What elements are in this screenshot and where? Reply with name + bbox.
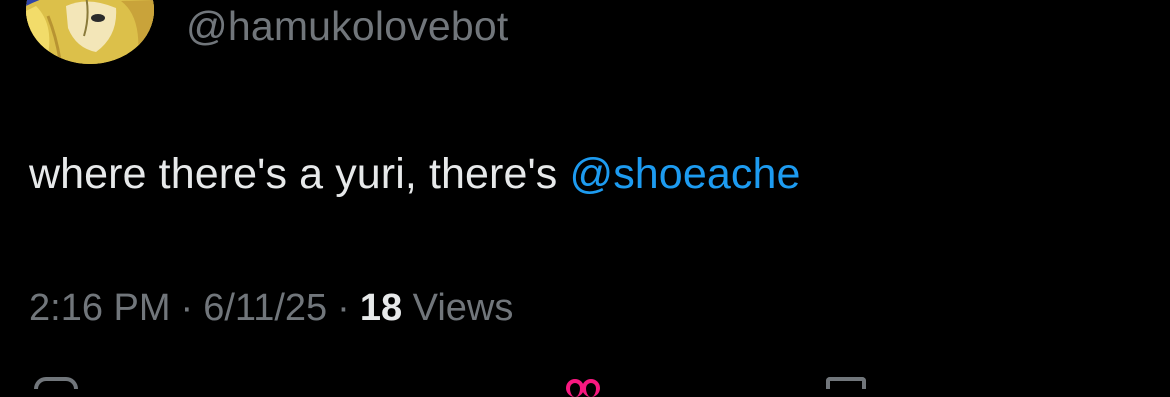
mention-link[interactable]: @shoeache bbox=[569, 150, 800, 198]
reply-icon[interactable] bbox=[34, 377, 78, 389]
bookmark-icon[interactable] bbox=[826, 377, 866, 389]
tweet-date[interactable]: 6/11/25 bbox=[203, 287, 327, 329]
tweet-time[interactable]: 2:16 PM bbox=[29, 287, 171, 329]
avatar-image bbox=[26, 0, 154, 64]
meta-separator: · bbox=[337, 287, 350, 329]
avatar[interactable] bbox=[26, 0, 154, 64]
view-count: 18 bbox=[359, 287, 403, 329]
heart-icon[interactable] bbox=[566, 377, 606, 397]
tweet-text: where there's a yuri, there's @shoeache bbox=[29, 148, 800, 200]
view-label: Views bbox=[412, 287, 514, 329]
action-bar bbox=[0, 377, 1170, 397]
author-handle[interactable]: @hamukolovebot bbox=[186, 2, 509, 50]
tweet-body: where there's a yuri, there's bbox=[29, 150, 570, 198]
meta-separator: · bbox=[180, 287, 194, 329]
tweet-meta: 2:16 PM · 6/11/25 · 18 Views bbox=[29, 284, 513, 332]
